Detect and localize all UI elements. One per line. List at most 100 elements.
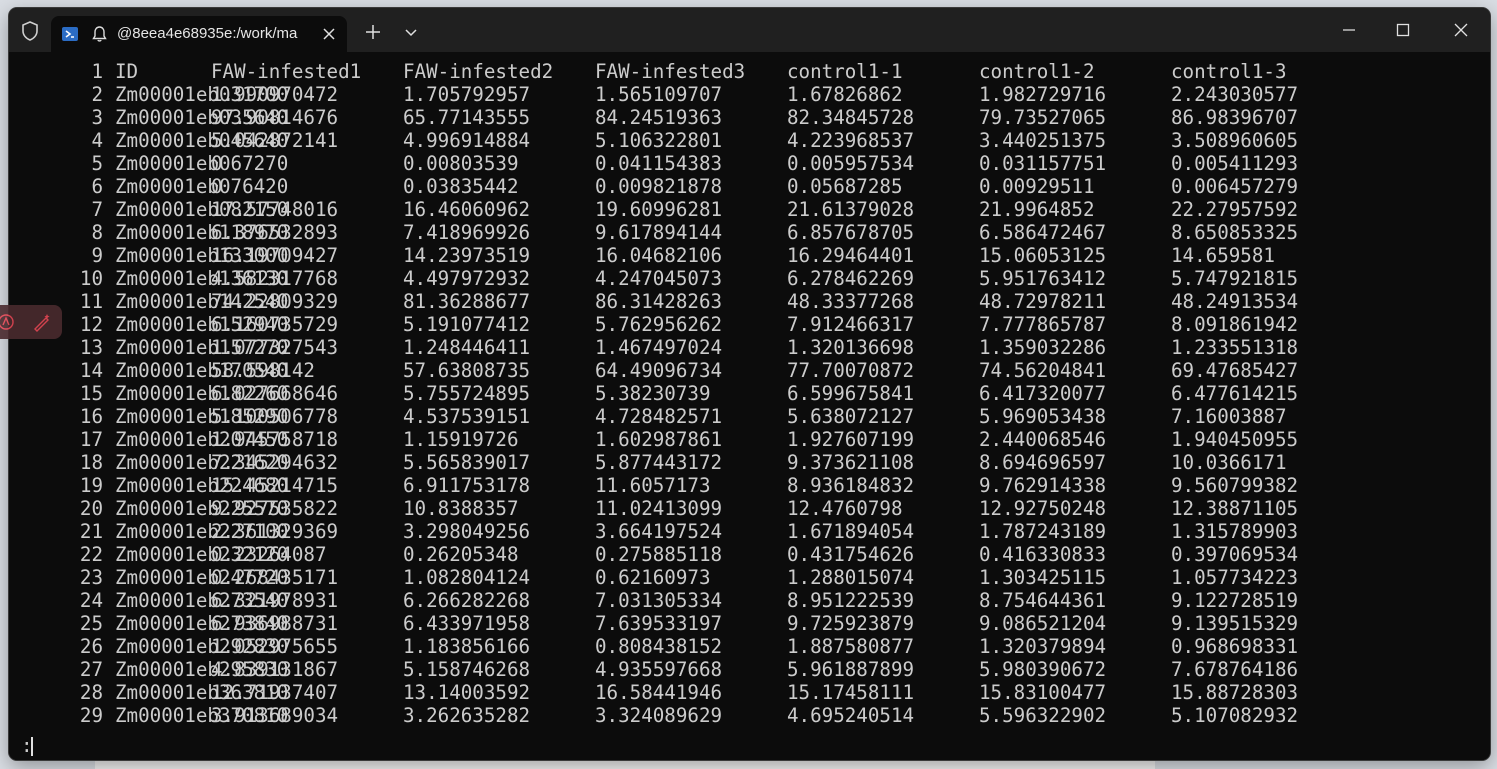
value-cell: 0.808438152 [595,635,723,658]
terminal-output[interactable]: 1 ID FAW-infested1 FAW-infested2 FAW-infeste… [9,52,1490,760]
line-number: 17 [79,428,103,451]
floating-toolbar[interactable] [0,305,62,339]
value-cell: 0.968698331 [1171,635,1299,658]
chevron-down-icon[interactable] [401,22,421,42]
value-cell: 6.936988731 [211,612,339,635]
value-cell: 9.927535822 [211,497,339,520]
line-number: 27 [79,658,103,681]
shield-icon [19,20,41,42]
value-cell: 64.49096734 [595,359,723,382]
value-cell: 3.262635282 [403,704,531,727]
title-bar[interactable]: @8eea4e68935e:/work/ma [9,8,1490,52]
tab-title: @8eea4e68935e:/work/ma [117,25,298,42]
line-number: 25 [79,612,103,635]
line-number: 8 [91,221,103,244]
value-cell: control1-2 [979,60,1095,83]
value-cell: 6.278462269 [787,267,915,290]
value-cell: 4.497972932 [403,267,531,290]
value-cell: 0.05687285 [787,175,903,198]
value-cell: 15.83100477 [979,681,1107,704]
value-cell: 4.223968537 [787,129,915,152]
value-cell: 1.288015074 [787,566,915,589]
value-cell: 3.913689034 [211,704,339,727]
value-cell: 10.0366171 [1171,451,1287,474]
minimize-icon[interactable] [1335,16,1363,44]
value-cell: 7.777865787 [979,313,1107,336]
value-cell: 6.417320077 [979,382,1107,405]
value-cell: 15.06053125 [979,244,1107,267]
value-cell: 0.041154383 [595,152,723,175]
line-number: 22 [79,543,103,566]
value-cell: 1.705792957 [403,83,531,106]
line-number: 24 [79,589,103,612]
value-cell: control1-1 [787,60,903,83]
value-cell: 2.243030577 [1171,83,1299,106]
value-cell: 5.951763412 [979,267,1107,290]
value-cell: 7.912466317 [787,313,915,336]
value-cell: 15.88728303 [1171,681,1299,704]
line-number: 16 [79,405,103,428]
value-cell: 4.537539151 [403,405,531,428]
value-cell: 5.042872141 [211,129,339,152]
value-cell: 1.982729716 [979,83,1107,106]
powershell-icon [61,25,79,43]
line-number: 15 [79,382,103,405]
value-cell: 0.009821878 [595,175,723,198]
value-cell: 14.659581 [1171,244,1275,267]
line-number: 21 [79,520,103,543]
value-cell: 6.433971958 [403,612,531,635]
value-cell: 21.9964852 [979,198,1095,221]
line-number: 2 [91,83,103,106]
background-window-edge [95,760,1155,769]
value-cell: 1.183856166 [403,635,531,658]
value-cell: 0.275885118 [595,543,723,566]
value-cell: 6.911753178 [403,474,531,497]
value-cell: 1.927607199 [787,428,915,451]
value-cell: control1-3 [1171,60,1287,83]
value-cell: 82.34845728 [787,106,915,129]
value-cell: 16.04682106 [595,244,723,267]
value-cell: 6.586472467 [979,221,1107,244]
value-cell: 5.100506778 [211,405,339,428]
value-cell: 8.650853325 [1171,221,1299,244]
value-cell: 5.877443172 [595,451,723,474]
value-cell: 3.298049256 [403,520,531,543]
value-cell: 6.027668646 [211,382,339,405]
close-icon[interactable] [1447,16,1475,44]
maximize-icon[interactable] [1389,16,1417,44]
line-number: 1 [91,60,103,83]
value-cell: 9.560799382 [1171,474,1299,497]
value-cell: 8.754644361 [979,589,1107,612]
terminal-window[interactable]: @8eea4e68935e:/work/ma 1 ID FAW-infested1 F… [9,8,1490,760]
tab-terminal[interactable]: @8eea4e68935e:/work/ma [51,16,347,52]
value-cell: 12.38871105 [1171,497,1299,520]
value-cell: 9.762914338 [979,474,1107,497]
value-cell: 4.247045073 [595,267,723,290]
value-cell: 8.936184832 [787,474,915,497]
value-cell: 1.67826862 [787,83,903,106]
close-icon[interactable] [319,24,339,44]
value-cell: 48.33377268 [787,290,915,313]
value-cell: 1.945758718 [211,428,339,451]
value-cell: 0.23264087 [211,543,327,566]
pen-sparkle-icon[interactable] [32,312,52,332]
value-cell: 1.887580877 [787,635,915,658]
value-cell: 10.8388357 [403,497,519,520]
plus-icon[interactable] [361,20,385,44]
value-cell: 7.031305334 [595,589,723,612]
value-cell: 1.15919726 [403,428,519,451]
value-cell: 0.431754626 [787,543,915,566]
value-cell: 3.440251375 [979,129,1107,152]
value-cell: 5.980390672 [979,658,1107,681]
value-cell: 9.122728519 [1171,589,1299,612]
accessibility-icon[interactable] [0,312,20,332]
value-cell: 4.695240514 [787,704,915,727]
value-cell: 4.582317768 [211,267,339,290]
value-cell: 6.477614215 [1171,382,1299,405]
text-cursor [31,737,33,756]
value-cell: 8.951222539 [787,589,915,612]
value-cell: 77.70070872 [787,359,915,382]
value-cell: 2.361329369 [211,520,339,543]
value-cell: 5.565839017 [403,451,531,474]
value-cell: 0.416330833 [979,543,1107,566]
